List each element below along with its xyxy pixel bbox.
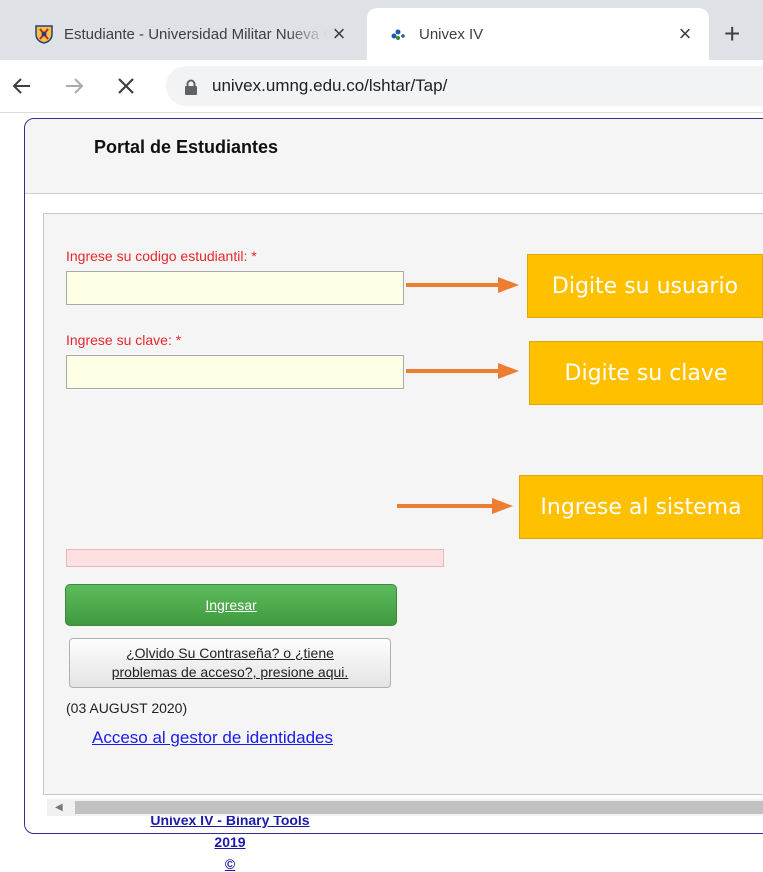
tab-title: Estudiante - Universidad Militar Nueva G… — [64, 25, 327, 43]
callout-arrow-icon — [406, 363, 519, 379]
password-label: Ingrese su clave: * — [66, 332, 182, 348]
callout-login: Ingrese al sistema — [519, 475, 763, 539]
scroll-left-icon[interactable]: ◀ — [55, 802, 63, 813]
scrollbar-thumb[interactable] — [75, 801, 763, 814]
password-input[interactable] — [66, 355, 404, 389]
portal-header: Portal de Estudiantes — [25, 119, 763, 194]
browser-tab-strip: Estudiante - Universidad Militar Nueva G… — [0, 0, 763, 60]
close-icon[interactable]: × — [327, 23, 351, 45]
login-button[interactable]: Ingresar — [65, 584, 397, 626]
tab-title: Univex IV — [419, 25, 484, 43]
forgot-password-line1: ¿Olvido Su Contraseña? o ¿tiene — [126, 645, 334, 661]
page-title: Portal de Estudiantes — [94, 137, 279, 157]
stop-loading-icon[interactable] — [110, 70, 142, 102]
back-arrow-icon[interactable] — [6, 70, 38, 102]
url-text: univex.umng.edu.co/lshtar/Tap/ — [212, 76, 448, 95]
student-code-label: Ingrese su codigo estudiantil: * — [66, 248, 257, 264]
callout-arrow-icon — [406, 277, 519, 293]
horizontal-scrollbar[interactable]: ◀ — [47, 799, 763, 816]
forward-arrow-icon[interactable] — [58, 70, 90, 102]
tab-estudiante[interactable]: Estudiante - Universidad Militar Nueva G… — [18, 8, 363, 60]
omnibox[interactable]: univex.umng.edu.co/lshtar/Tap/ — [166, 66, 763, 106]
forgot-password-line2: problemas de acceso?, presione aqui. — [111, 664, 349, 680]
callout-arrow-icon — [397, 498, 513, 514]
footer-copyright-link[interactable]: © — [44, 856, 416, 872]
student-code-input[interactable] — [66, 271, 404, 305]
callout-user: Digite su usuario — [527, 254, 763, 318]
callout-password: Digite su clave — [529, 341, 763, 405]
univex-logo-icon — [389, 24, 409, 44]
message-bar — [66, 549, 444, 567]
close-icon[interactable]: × — [673, 23, 697, 45]
forgot-password-button[interactable]: ¿Olvido Su Contraseña? o ¿tiene problema… — [69, 638, 391, 688]
new-tab-button[interactable]: + — [724, 14, 740, 54]
footer-year-link[interactable]: 2019 — [44, 834, 416, 850]
lock-icon — [184, 79, 198, 100]
university-shield-icon — [34, 24, 54, 44]
address-bar: univex.umng.edu.co/lshtar/Tap/ — [0, 60, 763, 113]
version-date: (03 AUGUST 2020) — [66, 700, 188, 716]
tab-univex[interactable]: Univex IV × — [367, 8, 709, 60]
identity-manager-link[interactable]: Acceso al gestor de identidades — [92, 728, 333, 748]
